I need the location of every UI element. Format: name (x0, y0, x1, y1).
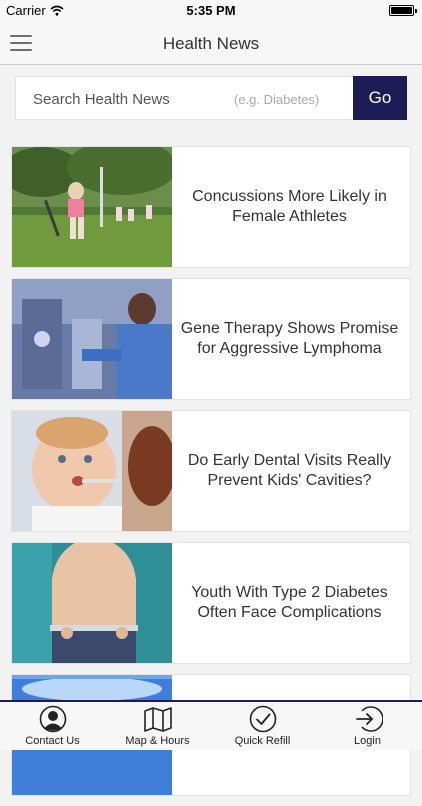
news-headline: Youth With Type 2 Diabetes Often Face Co… (191, 584, 388, 621)
map-icon (143, 707, 172, 732)
female-athletes-photo (12, 147, 172, 267)
checkmark-icon (249, 705, 276, 733)
tab-contact-us[interactable]: Contact Us (0, 705, 105, 752)
login-arrow-icon (355, 706, 383, 732)
status-bar: Carrier 5:35 PM (0, 0, 422, 22)
tab-label: Map & Hours (125, 735, 190, 747)
tab-quick-refill[interactable]: Quick Refill (210, 705, 315, 752)
tab-label: Login (354, 735, 381, 747)
tab-map-hours[interactable]: Map & Hours (105, 705, 210, 752)
news-item[interactable]: Concussions More Likely in Female Athlet… (11, 146, 411, 268)
lab-researcher-photo (12, 279, 172, 399)
go-button[interactable]: Go (353, 76, 407, 120)
child-waist-measurement-photo (12, 543, 172, 663)
search-hint: (e.g. Diabetes) (234, 92, 320, 107)
news-item[interactable]: Gene Therapy Shows Promise for Aggressiv… (11, 278, 411, 400)
news-item[interactable]: Do Early Dental Visits Really Prevent Ki… (11, 410, 411, 532)
battery-icon (389, 5, 417, 16)
baby-toothbrush-photo (12, 411, 172, 531)
news-headline: Concussions More Likely in Female Athlet… (192, 188, 387, 225)
tab-login[interactable]: Login (315, 705, 420, 752)
news-headline: Gene Therapy Shows Promise for Aggressiv… (180, 320, 399, 357)
person-icon (39, 705, 66, 733)
search-bar[interactable]: Search Health News (e.g. Diabetes) Go (15, 76, 407, 120)
nav-bar: Health News (0, 22, 422, 65)
status-time: 5:35 PM (186, 3, 236, 18)
page-title: Health News (162, 34, 260, 53)
news-item[interactable]: Youth With Type 2 Diabetes Often Face Co… (11, 542, 411, 664)
tab-bar: Contact Us Map & Hours Quick Refill Logi… (0, 700, 422, 750)
tab-label: Contact Us (25, 735, 80, 747)
news-headline: Do Early Dental Visits Really Prevent Ki… (187, 452, 392, 489)
tab-label: Quick Refill (234, 735, 291, 747)
search-input[interactable]: Search Health News (33, 91, 170, 108)
